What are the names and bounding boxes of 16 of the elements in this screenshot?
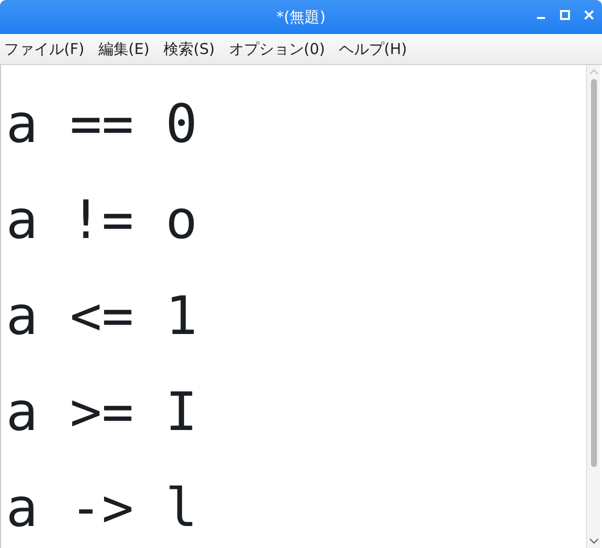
scroll-down-icon[interactable]: [588, 536, 600, 546]
window-title: *(無題): [276, 6, 326, 28]
text-line: a -> l: [6, 477, 198, 541]
close-icon[interactable]: [584, 10, 594, 20]
text-line: a >= I: [6, 381, 198, 445]
maximize-icon[interactable]: [560, 10, 570, 20]
menu-item[interactable]: 編集(E): [98, 38, 150, 60]
text-line: a != o: [6, 189, 198, 253]
menu-item[interactable]: オプション(0): [228, 38, 326, 60]
menu-item[interactable]: 検索(S): [164, 38, 215, 60]
menu-item[interactable]: ファイル(F): [4, 38, 84, 60]
scrollbar-thumb[interactable]: [590, 79, 596, 467]
text-line: a <= 1: [6, 285, 198, 349]
text-line: a == 0: [6, 93, 198, 157]
menu-item[interactable]: ヘルプ(H): [339, 38, 407, 60]
scrollbar[interactable]: [586, 65, 600, 548]
